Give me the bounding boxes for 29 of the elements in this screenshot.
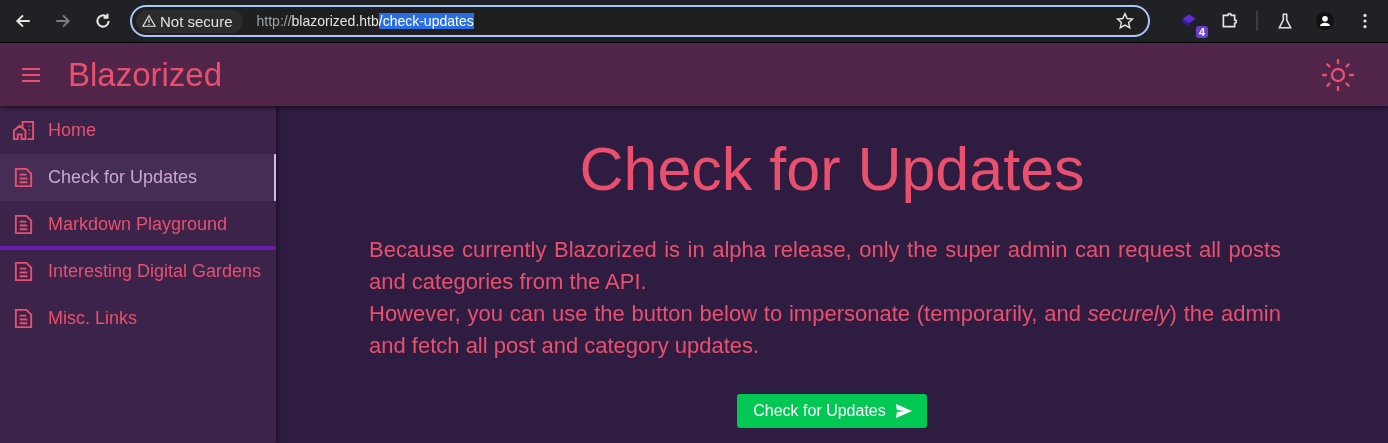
sidebar-item[interactable]: Home: [0, 107, 276, 154]
puzzle-icon[interactable]: [1220, 12, 1238, 30]
document-icon: [12, 213, 35, 236]
profile-icon[interactable]: [1316, 12, 1334, 30]
sidebar-item[interactable]: Interesting Digital Gardens: [0, 248, 276, 295]
sun-icon[interactable]: [1322, 58, 1354, 91]
flask-icon[interactable]: [1276, 12, 1294, 30]
page-heading: Check for Updates: [579, 134, 1085, 204]
reload-icon[interactable]: [94, 12, 112, 30]
star-icon[interactable]: [1116, 12, 1134, 30]
warning-icon: [142, 14, 156, 28]
app-title: Blazorized: [68, 55, 224, 94]
sidebar-item[interactable]: Misc. Links: [0, 295, 276, 342]
forward-icon[interactable]: [54, 12, 72, 30]
check-updates-button[interactable]: Check for Updates: [737, 394, 927, 428]
security-chip[interactable]: Not secure: [136, 9, 243, 33]
document-icon: [12, 307, 35, 330]
document-icon: [12, 166, 35, 189]
extension-badge: 4: [1195, 26, 1208, 38]
send-icon: [894, 403, 913, 419]
url-text: http://blazorized.htb/check-updates: [256, 13, 475, 29]
back-icon[interactable]: [14, 12, 32, 30]
document-icon: [12, 260, 35, 283]
sidebar-item[interactable]: Check for Updates: [0, 154, 276, 201]
address-bar[interactable]: Not secure http://blazorized.htb/check-updates: [130, 5, 1150, 37]
paragraph: Because currently Blazorized is in alpha release, only the super admin can request all posts and categories from the API.: [369, 236, 1281, 296]
sidebar-item[interactable]: Markdown Playground: [0, 201, 276, 248]
buildings-icon: [12, 119, 35, 142]
paragraph: However, you can use the button below to impersonate (temporarily, and securely) the admin and fetch all post and category updates.: [369, 300, 1281, 360]
